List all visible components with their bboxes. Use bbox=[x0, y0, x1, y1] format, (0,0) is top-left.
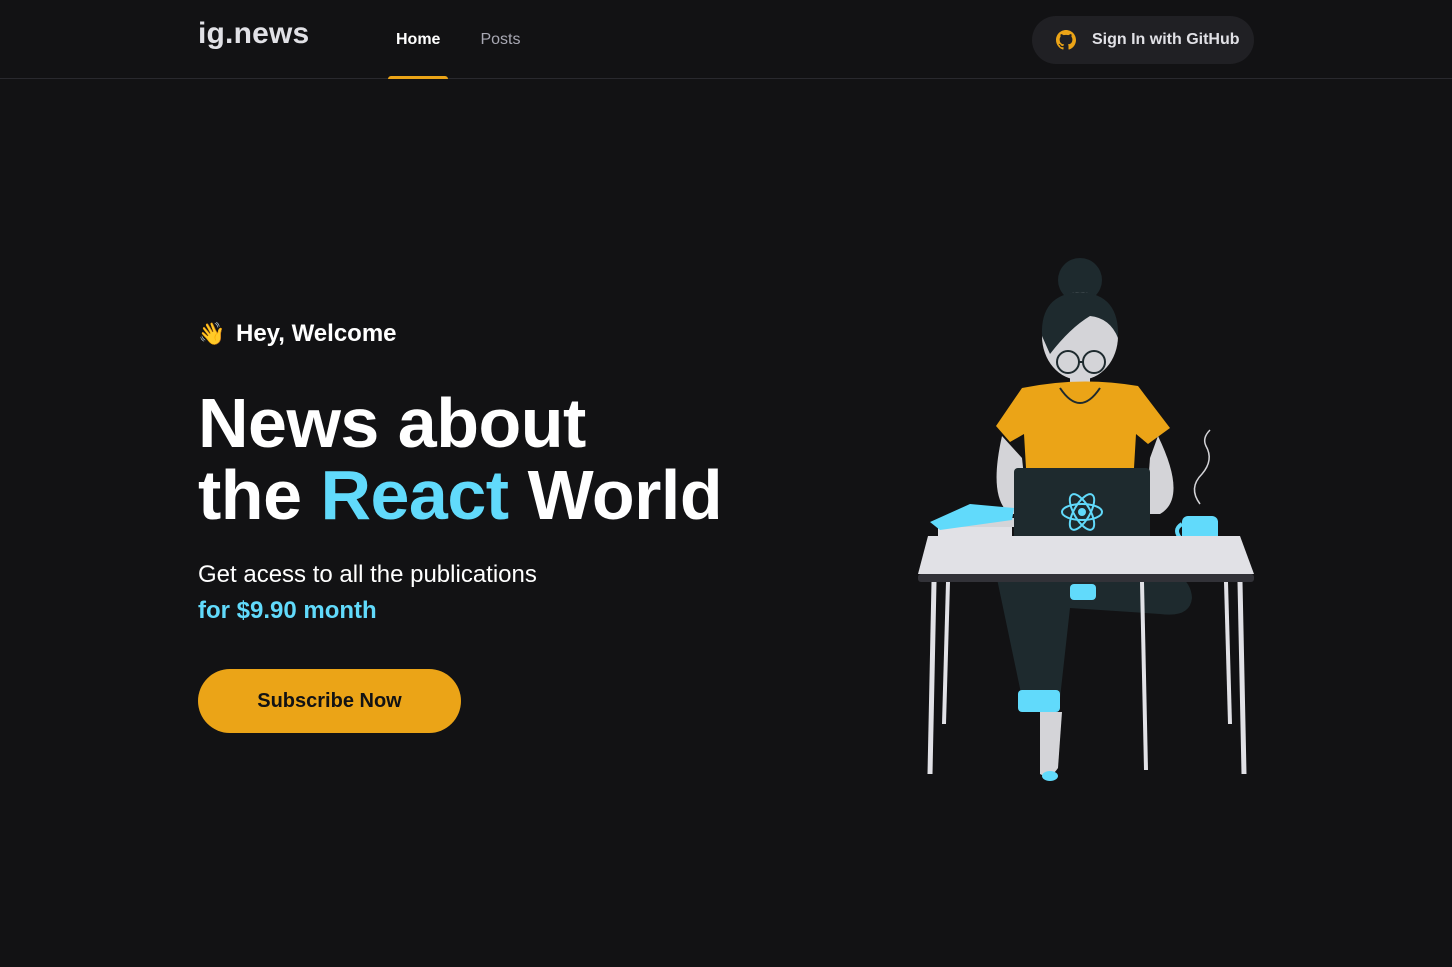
waving-hand-icon: 👋 bbox=[198, 321, 226, 346]
page-headline: News about the React World bbox=[198, 387, 798, 531]
headline-world: World bbox=[527, 456, 723, 534]
price-text: for $9.90 month bbox=[198, 597, 377, 624]
nav-posts[interactable]: Posts bbox=[472, 0, 528, 79]
welcome-text: Hey, Welcome bbox=[236, 320, 397, 347]
hero-description: Get acess to all the publications bbox=[198, 561, 537, 588]
headline-accent: React bbox=[320, 456, 509, 534]
main-nav: Home Posts bbox=[388, 0, 552, 79]
subscribe-button[interactable]: Subscribe Now bbox=[198, 669, 461, 733]
welcome-greeting: 👋 Hey, Welcome bbox=[198, 315, 798, 353]
site-logo[interactable]: ig.news bbox=[198, 17, 309, 51]
headline-the: the bbox=[198, 456, 302, 534]
hero-section: 👋 Hey, Welcome News about the React Worl… bbox=[198, 315, 798, 733]
woman-at-laptop-illustration bbox=[910, 258, 1260, 788]
sign-in-label: Sign In with GitHub bbox=[1092, 31, 1240, 48]
site-header: ig.news Home Posts Sign In with GitHub bbox=[0, 0, 1452, 79]
headline-line1: News about bbox=[198, 384, 586, 462]
sign-in-github-button[interactable]: Sign In with GitHub bbox=[1032, 16, 1254, 64]
github-icon bbox=[1056, 30, 1076, 50]
nav-home[interactable]: Home bbox=[388, 0, 449, 79]
